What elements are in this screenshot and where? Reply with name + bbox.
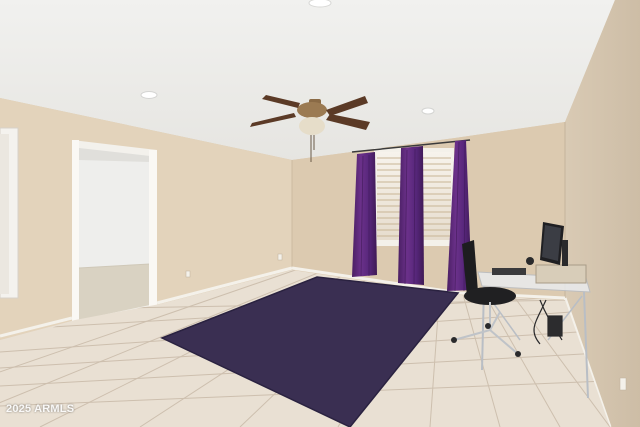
room-illustration (0, 0, 640, 427)
room-photo: 2025 ARMLS (0, 0, 640, 427)
watermark: 2025 ARMLS (6, 403, 75, 415)
curtain-icon (352, 140, 472, 292)
doorway (72, 140, 157, 323)
closet-door (0, 127, 19, 299)
